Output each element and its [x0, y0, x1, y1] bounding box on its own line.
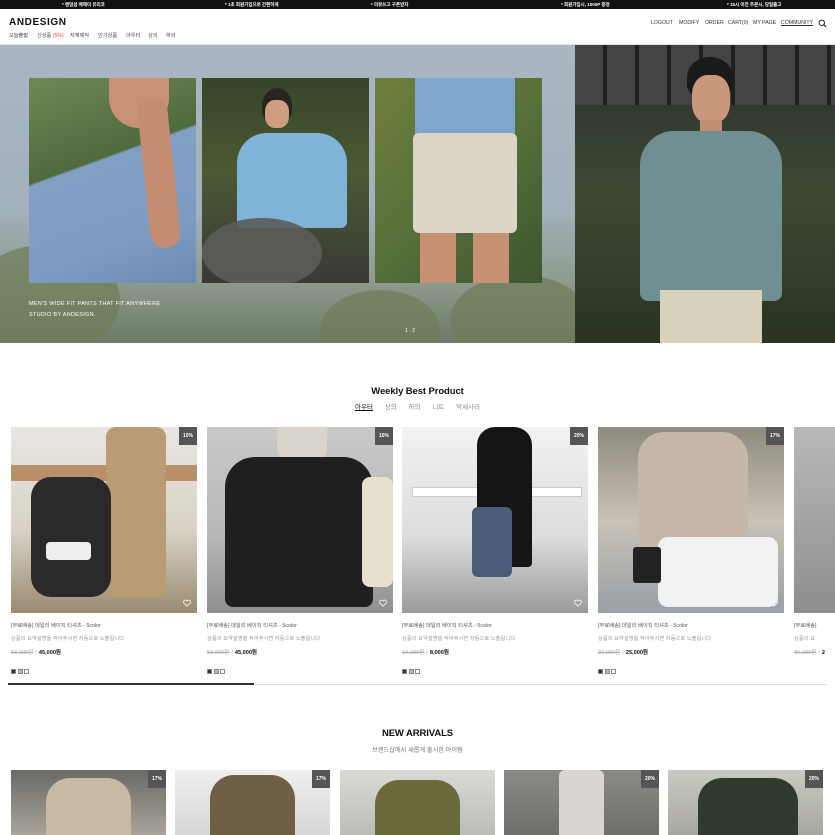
product-card[interactable]: 10% [무료배송] 데일리 베이직 티셔츠 - 5color 상품의 요약설명… — [11, 427, 197, 674]
color-swatches — [402, 661, 588, 674]
product-image[interactable]: 17% — [598, 427, 784, 613]
product-summary: 상품의 요 — [794, 636, 815, 642]
carousel-scroll-thumb[interactable] — [8, 683, 254, 685]
product-name[interactable]: [무료배송] 데일리 베이직 티셔츠 - 5color — [402, 621, 588, 629]
new-arrival-card[interactable]: 20% — [668, 770, 823, 835]
hero-photo-seated-model — [202, 78, 369, 283]
carousel-scrollbar[interactable] — [8, 683, 827, 685]
product-name[interactable]: [무료배송] 데일리 베이직 티셔츠 - 5color — [207, 621, 393, 629]
product-price: 10,000원/8,000원 — [402, 650, 449, 656]
announcement-item[interactable]: * 1초 회원가입으로 간편하게 — [225, 2, 279, 8]
product-summary: 상품의 요약설명을 적어주시면 자동으로 노출됩니다 — [11, 636, 125, 642]
nav-category-own-made[interactable]: 자체제작 — [70, 32, 89, 39]
discount-badge: 17% — [766, 427, 784, 445]
new-arrival-card[interactable]: 17% — [11, 770, 166, 835]
discount-badge: 10% — [179, 427, 197, 445]
announcement-item[interactable]: * 15시 이전 주문시, 당일출고 — [727, 2, 781, 8]
announcement-item[interactable]: * 회원가입시, 1000P 증정 — [561, 2, 610, 8]
color-swatches — [598, 661, 784, 674]
tab-accessory[interactable]: 악세사리 — [456, 404, 480, 411]
product-image[interactable]: 20% — [402, 427, 588, 613]
tab-outer[interactable]: 아우터 — [355, 404, 373, 411]
discount-badge: 17% — [148, 770, 166, 788]
product-summary: 상품의 요약설명을 적어주시면 자동으로 노출됩니다 — [402, 636, 516, 642]
color-swatches — [207, 661, 393, 674]
hero-photo-knit-closeup — [29, 78, 196, 283]
color-swatches — [794, 661, 835, 666]
heart-icon[interactable] — [379, 599, 387, 607]
weekly-best-tabs: 아우터 상의 하의 니트 악세사리 — [0, 401, 835, 411]
product-card[interactable]: 20% [무료배송] 데일리 베이직 티셔츠 - 5color 상품의 요약설명… — [402, 427, 588, 674]
new-arrival-card[interactable]: 17% — [175, 770, 330, 835]
product-card[interactable]: 10% [무료배송] 데일리 베이직 티셔츠 - 5color 상품의 요약설명… — [207, 427, 393, 674]
new-arrival-card[interactable]: 20% — [504, 770, 659, 835]
product-image[interactable] — [794, 427, 835, 613]
weekly-best-title: Weekly Best Product — [371, 386, 464, 397]
product-price: 50,000원/45,000원 — [207, 650, 258, 656]
announcement-item[interactable]: * 랜덤섬 배깨이 유리코 — [62, 2, 105, 8]
order-link[interactable]: ORDER — [705, 20, 724, 26]
hero-caption-line2: STUDIO BY ANDESIGN. — [29, 312, 96, 318]
product-price: 30,000원/25,000원 — [598, 650, 649, 656]
hero-photo-model-standing — [575, 45, 835, 343]
heart-icon[interactable] — [770, 599, 778, 607]
heart-icon[interactable] — [574, 599, 582, 607]
product-image[interactable]: 10% — [11, 427, 197, 613]
product-price: 50,000원/45,000원 — [11, 650, 62, 656]
nav-category-top[interactable]: 상의 — [148, 32, 158, 39]
nav-category-outer[interactable]: 아우터 — [126, 32, 140, 39]
site-header: ANDESIGN 오늘출발 신상품 (5%) 자체제작 인기상품 아우터 상의 … — [0, 9, 835, 45]
heart-icon[interactable] — [183, 599, 191, 607]
search-icon[interactable] — [818, 19, 827, 28]
nav-category-new[interactable]: 신상품 (5%) — [37, 32, 64, 39]
cart-link[interactable]: CART(0) — [728, 20, 748, 26]
discount-badge: 20% — [805, 770, 823, 788]
hero-pagination[interactable]: 1 · 2 — [405, 328, 415, 334]
discount-badge: 20% — [570, 427, 588, 445]
new-arrival-card[interactable] — [340, 770, 495, 835]
nav-category-today[interactable]: 오늘출발 — [9, 32, 28, 39]
product-price: 30,000원/2 — [794, 650, 825, 656]
color-swatches — [11, 661, 197, 674]
new-arrivals-title: NEW ARRIVALS — [381, 728, 454, 739]
tab-knit[interactable]: 니트 — [432, 404, 444, 411]
product-card[interactable]: [무료배송] 상품의 요 30,000원/2 — [794, 427, 835, 666]
product-name[interactable]: [무료배송] — [794, 621, 835, 629]
tab-top[interactable]: 상의 — [385, 404, 397, 411]
community-link[interactable]: COMMUNITY — [781, 20, 813, 26]
hero-photo-shorts — [375, 78, 542, 283]
product-summary: 상품의 요약설명을 적어주시면 자동으로 노출됩니다 — [207, 636, 321, 642]
tab-bottom[interactable]: 하의 — [409, 404, 421, 411]
nav-category-bottom[interactable]: 하의 — [166, 32, 176, 39]
product-card[interactable]: 17% [무료배송] 데일리 베이직 티셔츠 - 5color 상품의 요약설명… — [598, 427, 784, 674]
nav-category-popular[interactable]: 인기상품 — [98, 32, 117, 39]
product-summary: 상품의 요약설명을 적어주시면 자동으로 노출됩니다 — [598, 636, 712, 642]
mypage-link[interactable]: MY PAGE — [753, 20, 776, 26]
discount-badge: 17% — [312, 770, 330, 788]
product-name[interactable]: [무료배송] 데일리 베이직 티셔츠 - 5color — [11, 621, 197, 629]
discount-badge: 20% — [641, 770, 659, 788]
discount-badge: 10% — [375, 427, 393, 445]
hero-caption-line1: MEN'S WIDE FIT PANTS THAT FIT ANYWHERE — [29, 301, 161, 307]
announcement-item[interactable]: * 리뷰쓰고 구폰받자 — [371, 2, 408, 8]
modify-link[interactable]: MODIFY — [679, 20, 699, 26]
logo[interactable]: ANDESIGN — [9, 17, 67, 28]
product-name[interactable]: [무료배송] 데일리 베이직 티셔츠 - 5color — [598, 621, 784, 629]
hero-banner[interactable]: MEN'S WIDE FIT PANTS THAT FIT ANYWHERE S… — [0, 45, 835, 343]
new-arrivals-subtitle: 브랜드샵에서 새롭게 출시한 아이템 — [372, 747, 463, 754]
logout-link[interactable]: LOGOUT — [651, 20, 673, 26]
product-image[interactable]: 10% — [207, 427, 393, 613]
announcement-bar: * 랜덤섬 배깨이 유리코 * 1초 회원가입으로 간편하게 * 리뷰쓰고 구폰… — [0, 0, 835, 9]
